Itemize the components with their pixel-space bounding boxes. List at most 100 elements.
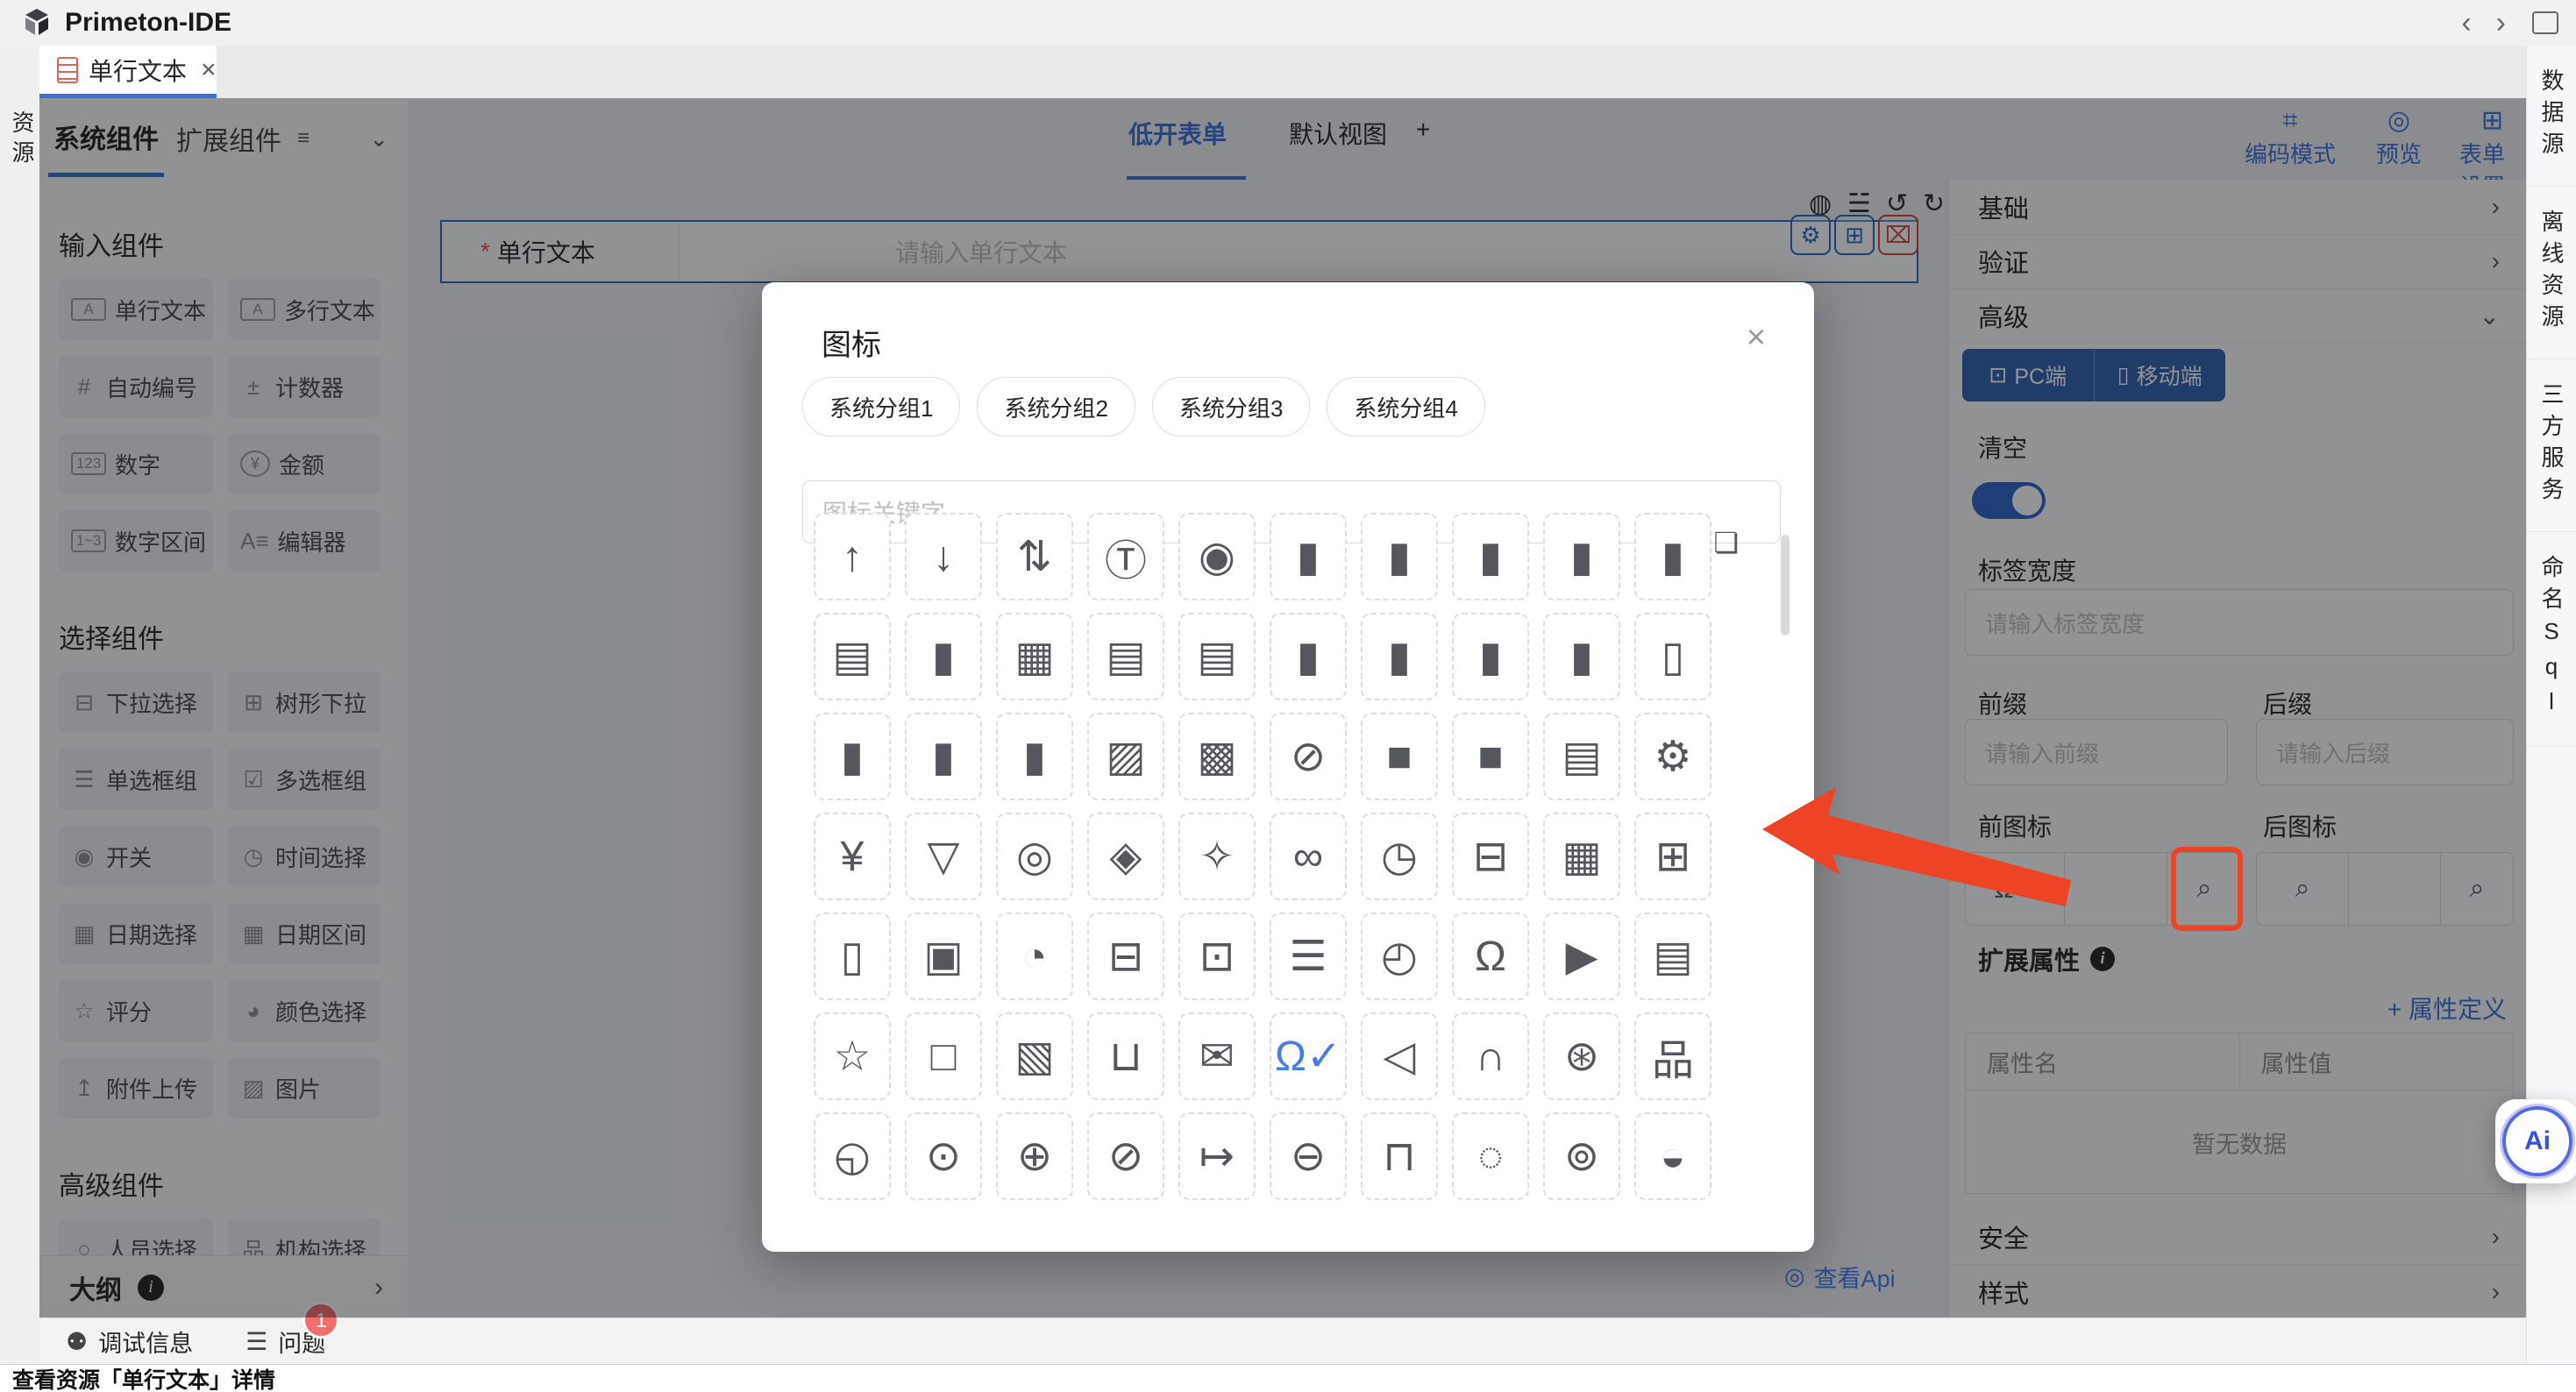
folder-doc-icon[interactable]: ⊟ xyxy=(1452,813,1529,900)
clipboard-icon[interactable]: ▣ xyxy=(905,913,982,1000)
square-solid-icon[interactable]: ■ xyxy=(1361,713,1438,800)
link-broken-icon[interactable]: ⊘ xyxy=(1270,713,1347,800)
file-note-icon[interactable]: ▯ xyxy=(1634,613,1711,700)
icon-picker-dialog: 图标 × 系统分组1系统分组2系统分组3系统分组4 图标关键字 ❏ ↑↓⇅Ⓣ◉▮… xyxy=(762,282,1814,1252)
file-swf-icon[interactable]: ▮ xyxy=(996,713,1073,800)
clipboard-clock-icon[interactable]: ⊟ xyxy=(1087,913,1164,1000)
calendar-icon[interactable]: ▦ xyxy=(1543,813,1620,900)
copy-list-icon[interactable]: ⊞ xyxy=(1634,813,1711,900)
file-sql-icon[interactable]: ▮ xyxy=(1634,513,1711,600)
rail-item-named-sql[interactable]: 命名Sql xyxy=(2527,532,2576,747)
person-check-icon[interactable]: Ω✓ xyxy=(1270,1012,1347,1100)
nav-back-icon[interactable]: ‹ xyxy=(2449,8,2483,38)
screen-gear-icon[interactable]: ⚙ xyxy=(1634,713,1711,800)
nav-forward-icon[interactable]: › xyxy=(2484,8,2518,38)
resources-rail-label: 资源 xyxy=(6,110,39,170)
editor-tab-strip xyxy=(0,46,2576,99)
screen-scan-icon[interactable]: ⊡ xyxy=(1178,913,1256,1000)
book-open-icon[interactable]: ⊓ xyxy=(1361,1112,1438,1200)
file-xls-icon[interactable]: ▮ xyxy=(1543,513,1620,600)
clock2-icon[interactable]: ◵ xyxy=(814,1112,891,1200)
star-icon[interactable]: ☆ xyxy=(814,1012,891,1100)
file-table-icon[interactable]: ▦ xyxy=(996,613,1073,700)
bookmark-plus-icon[interactable]: ⊕ xyxy=(996,1112,1073,1200)
fire-circle-icon[interactable]: ◎ xyxy=(996,813,1073,900)
icon-grid: ↑↓⇅Ⓣ◉▮▮▮▮▮▤▮▦▤▤▮▮▮▮▯▮▮▮▨▩⊘■■▤⚙¥▽◎◈✧∞◷⊟▦⊞… xyxy=(814,513,1731,1200)
tshirt-icon[interactable]: Ⓣ xyxy=(1087,513,1164,600)
file-doc-icon[interactable]: ▮ xyxy=(905,613,982,700)
ai-assistant-button[interactable]: Ai xyxy=(2495,1099,2576,1183)
annotation-highlight-box xyxy=(2171,847,2243,931)
message-dots-icon[interactable]: ✉ xyxy=(1178,1012,1256,1100)
yuan-card-icon[interactable]: ¥ xyxy=(814,813,891,900)
play-circle-icon[interactable]: ◉ xyxy=(1178,513,1256,600)
pentagon-wire-icon[interactable]: ✧ xyxy=(1178,813,1256,900)
app-logo-icon xyxy=(19,5,54,40)
gauge-icon[interactable]: ◷ xyxy=(1361,813,1438,900)
file-dark-icon[interactable]: ▮ xyxy=(1452,613,1529,700)
window-restore-icon[interactable] xyxy=(2532,11,2558,34)
file-dark2-icon[interactable]: ▮ xyxy=(1543,613,1620,700)
scan-frame-icon[interactable]: □ xyxy=(905,1012,982,1100)
group-pill-系统分组3[interactable]: 系统分组3 xyxy=(1152,377,1310,437)
search-icon[interactable]: ◌ xyxy=(1452,1112,1529,1200)
badge-check-icon[interactable]: ⊛ xyxy=(1543,1012,1620,1100)
rail-item-offline-resources[interactable]: 离线资源 xyxy=(2527,187,2576,359)
inbox-check-icon[interactable]: ⊔ xyxy=(1087,1012,1164,1100)
file-zip-icon[interactable]: ▮ xyxy=(814,713,891,800)
file-blank-icon[interactable]: ▮ xyxy=(1270,613,1347,700)
gem-icon[interactable]: ◈ xyxy=(1087,813,1164,900)
close-tab-icon[interactable]: × xyxy=(201,55,217,85)
person-clock-icon[interactable]: ◔ xyxy=(996,913,1073,1000)
phone-list-icon[interactable]: ▯ xyxy=(814,913,891,1000)
issues-button[interactable]: ☰ 问题 1 xyxy=(246,1325,325,1359)
doc-lines-icon[interactable]: ▤ xyxy=(814,613,891,700)
exit-icon[interactable]: ↦ xyxy=(1178,1112,1256,1200)
status-text: 查看资源「单行文本」详情 xyxy=(12,1363,275,1392)
clock-icon[interactable]: ◴ xyxy=(1361,913,1438,1000)
bottom-toolbar: ⚉ 调试信息 ☰ 问题 1 xyxy=(39,1317,2526,1365)
org-chart-icon[interactable]: 品 xyxy=(1634,1012,1711,1100)
image-icon[interactable]: ▧ xyxy=(996,1012,1073,1100)
debug-info-button[interactable]: ⚉ 调试信息 xyxy=(66,1325,193,1359)
status-bar: 查看资源「单行文本」详情 xyxy=(0,1364,2576,1392)
sort-az-icon[interactable]: ⇅ xyxy=(996,513,1073,600)
scrollbar-thumb[interactable] xyxy=(1781,535,1790,636)
prism-icon[interactable]: ▽ xyxy=(905,813,982,900)
rail-item-datasource[interactable]: 数据源 xyxy=(2527,46,2576,187)
doc-align-icon[interactable]: ▤ xyxy=(1087,613,1164,700)
group-pill-系统分组2[interactable]: 系统分组2 xyxy=(977,377,1135,437)
file-mp3-icon[interactable]: ▮ xyxy=(905,713,982,800)
notebook-icon[interactable]: ▤ xyxy=(1543,713,1620,800)
file-ppt-icon[interactable]: ▮ xyxy=(1270,513,1347,600)
document-icon[interactable]: ▤ xyxy=(1634,913,1711,1000)
arrow-down-icon[interactable]: ↓ xyxy=(905,513,982,600)
doc-text-icon[interactable]: ▤ xyxy=(1178,613,1256,700)
shield-lock-icon[interactable]: ∩ xyxy=(1452,1012,1529,1100)
file-video-icon[interactable]: ▩ xyxy=(1178,713,1256,800)
people-icon[interactable]: Ω xyxy=(1452,913,1529,1000)
rail-item-third-party-services[interactable]: 三方服务 xyxy=(2527,359,2576,532)
group-pill-系统分组1[interactable]: 系统分组1 xyxy=(802,377,960,437)
play-solid-icon[interactable]: ▶ xyxy=(1543,913,1620,1000)
file-pdf-icon[interactable]: ▮ xyxy=(1361,613,1438,700)
close-icon[interactable]: × xyxy=(1747,319,1766,357)
sliders-icon[interactable]: ☰ xyxy=(1270,913,1347,1000)
ban-icon[interactable]: ⊘ xyxy=(1087,1112,1164,1200)
group-pill-系统分组4[interactable]: 系统分组4 xyxy=(1327,377,1484,437)
podcast-icon[interactable]: ⊙ xyxy=(905,1112,982,1200)
arrow-up-icon[interactable]: ↑ xyxy=(814,513,891,600)
resources-rail[interactable]: 资源 xyxy=(0,98,40,1364)
debug-icon: ⚉ xyxy=(66,1327,88,1356)
message-minus-icon[interactable]: ⊖ xyxy=(1270,1112,1347,1200)
file-psd-icon[interactable]: ▮ xyxy=(1361,513,1438,600)
square-solid2-icon[interactable]: ■ xyxy=(1452,713,1529,800)
list-icon: ☰ xyxy=(246,1327,267,1356)
file-image-icon[interactable]: ▨ xyxy=(1087,713,1164,800)
send-icon[interactable]: ◁ xyxy=(1361,1012,1438,1100)
link-icon[interactable]: ∞ xyxy=(1270,813,1347,900)
file-gif-icon[interactable]: ▮ xyxy=(1452,513,1529,600)
play-chat-icon[interactable]: ◒ xyxy=(1634,1112,1711,1200)
tab-single-line-text[interactable]: 单行文本 × xyxy=(39,46,217,98)
chat-target-icon[interactable]: ⊚ xyxy=(1543,1112,1620,1200)
